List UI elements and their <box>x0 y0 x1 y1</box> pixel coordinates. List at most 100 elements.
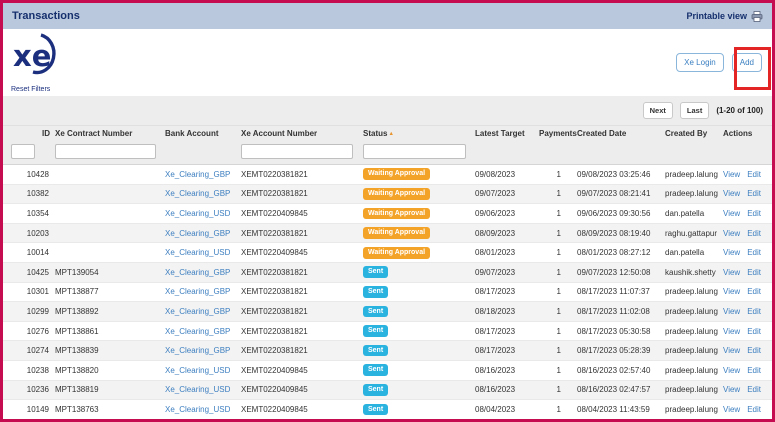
status-badge: Waiting Approval <box>363 208 430 220</box>
next-page-button[interactable]: Next <box>643 102 673 119</box>
view-link[interactable]: View <box>723 287 740 296</box>
view-link[interactable]: View <box>723 248 740 257</box>
bank-account-cell: Xe_Clearing_USD <box>165 248 241 257</box>
status-cell: Waiting Approval <box>363 208 475 220</box>
view-link[interactable]: View <box>723 327 740 336</box>
table-row: 10203Xe_Clearing_GBPXEMT0220381821Waitin… <box>3 224 772 244</box>
latest-target: 09/07/2023 <box>475 189 539 198</box>
contract-number: MPT138820 <box>55 366 165 375</box>
col-id[interactable]: ID <box>11 129 55 138</box>
view-link[interactable]: View <box>723 229 740 238</box>
edit-link[interactable]: Edit <box>747 248 761 257</box>
view-link[interactable]: View <box>723 385 740 394</box>
edit-link[interactable]: Edit <box>747 385 761 394</box>
actions-cell: View Edit <box>723 385 772 394</box>
bank-account-link[interactable]: Xe_Clearing_GBP <box>165 189 230 198</box>
payments-count: 1 <box>539 209 577 218</box>
view-link[interactable]: View <box>723 189 740 198</box>
table-row: 10425MPT139054Xe_Clearing_GBPXEMT0220381… <box>3 263 772 283</box>
view-link[interactable]: View <box>723 405 740 414</box>
edit-link[interactable]: Edit <box>747 170 761 179</box>
status-badge: Waiting Approval <box>363 227 430 239</box>
app-window: Transactions Printable view xe Reset Fil… <box>0 0 775 422</box>
xe-login-button[interactable]: Xe Login <box>676 53 724 72</box>
bank-account-link[interactable]: Xe_Clearing_USD <box>165 385 230 394</box>
view-link[interactable]: View <box>723 209 740 218</box>
payments-count: 1 <box>539 385 577 394</box>
latest-target: 09/06/2023 <box>475 209 539 218</box>
bank-account-cell: Xe_Clearing_USD <box>165 209 241 218</box>
edit-link[interactable]: Edit <box>747 307 761 316</box>
view-link[interactable]: View <box>723 268 740 277</box>
latest-target: 09/08/2023 <box>475 170 539 179</box>
table-row: 10301MPT138877Xe_Clearing_GBPXEMT0220381… <box>3 283 772 303</box>
edit-link[interactable]: Edit <box>747 209 761 218</box>
edit-link[interactable]: Edit <box>747 189 761 198</box>
actions-cell: View Edit <box>723 307 772 316</box>
created-by: dan.patella <box>665 248 723 257</box>
reset-filters-link[interactable]: Reset Filters <box>11 86 67 93</box>
id-filter-input[interactable] <box>11 144 35 159</box>
view-link[interactable]: View <box>723 346 740 355</box>
col-created-date[interactable]: Created Date <box>577 129 665 138</box>
contract-number: MPT138839 <box>55 346 165 355</box>
actions-cell: View Edit <box>723 405 772 414</box>
edit-link[interactable]: Edit <box>747 366 761 375</box>
col-latest-target[interactable]: Latest Target <box>475 129 539 138</box>
contract-number: MPT138892 <box>55 307 165 316</box>
add-button[interactable]: Add <box>732 53 762 72</box>
row-id: 10382 <box>11 189 55 198</box>
bank-account-link[interactable]: Xe_Clearing_GBP <box>165 307 230 316</box>
status-filter-input[interactable] <box>363 144 466 159</box>
actions-cell: View Edit <box>723 209 772 218</box>
bank-account-link[interactable]: Xe_Clearing_USD <box>165 366 230 375</box>
created-date: 09/06/2023 09:30:56 <box>577 209 665 218</box>
page-title: Transactions <box>12 10 80 22</box>
created-date: 08/04/2023 11:43:59 <box>577 405 665 414</box>
sort-ascending-icon: ▲ <box>388 131 393 137</box>
bank-account-link[interactable]: Xe_Clearing_GBP <box>165 268 230 277</box>
latest-target: 08/04/2023 <box>475 405 539 414</box>
view-link[interactable]: View <box>723 170 740 179</box>
xe-account-number: XEMT0220381821 <box>241 346 363 355</box>
edit-link[interactable]: Edit <box>747 405 761 414</box>
contract-number-filter-input[interactable] <box>55 144 156 159</box>
edit-link[interactable]: Edit <box>747 327 761 336</box>
edit-link[interactable]: Edit <box>747 346 761 355</box>
col-contract-number[interactable]: Xe Contract Number <box>55 129 165 138</box>
bank-account-link[interactable]: Xe_Clearing_GBP <box>165 170 230 179</box>
bank-account-link[interactable]: Xe_Clearing_USD <box>165 248 230 257</box>
bank-account-link[interactable]: Xe_Clearing_GBP <box>165 327 230 336</box>
col-status[interactable]: Status▲ <box>363 129 475 138</box>
latest-target: 08/16/2023 <box>475 385 539 394</box>
edit-link[interactable]: Edit <box>747 268 761 277</box>
table-row: 10014Xe_Clearing_USDXEMT0220409845Waitin… <box>3 243 772 263</box>
edit-link[interactable]: Edit <box>747 229 761 238</box>
bank-account-link[interactable]: Xe_Clearing_GBP <box>165 287 230 296</box>
last-page-button[interactable]: Last <box>680 102 709 119</box>
bank-account-link[interactable]: Xe_Clearing_USD <box>165 405 230 414</box>
payments-count: 1 <box>539 170 577 179</box>
bank-account-link[interactable]: Xe_Clearing_GBP <box>165 346 230 355</box>
edit-link[interactable]: Edit <box>747 287 761 296</box>
table-row: 10276MPT138861Xe_Clearing_GBPXEMT0220381… <box>3 322 772 342</box>
col-actions: Actions <box>723 129 772 138</box>
bank-account-cell: Xe_Clearing_GBP <box>165 287 241 296</box>
col-xe-account-number[interactable]: Xe Account Number <box>241 129 363 138</box>
status-badge: Sent <box>363 404 388 416</box>
view-link[interactable]: View <box>723 366 740 375</box>
xe-account-number: XEMT0220409845 <box>241 385 363 394</box>
printable-view-link[interactable]: Printable view <box>686 11 763 22</box>
created-date: 08/09/2023 08:19:40 <box>577 229 665 238</box>
col-payments[interactable]: Payments <box>539 129 577 138</box>
col-bank-account[interactable]: Bank Account <box>165 129 241 138</box>
status-cell: Sent <box>363 325 475 337</box>
table-header: ID Xe Contract Number Bank Account Xe Ac… <box>3 126 772 165</box>
bank-account-link[interactable]: Xe_Clearing_GBP <box>165 229 230 238</box>
xe-account-number-filter-input[interactable] <box>241 144 353 159</box>
created-by: kaushik.shetty <box>665 268 723 277</box>
view-link[interactable]: View <box>723 307 740 316</box>
status-badge: Waiting Approval <box>363 247 430 259</box>
bank-account-link[interactable]: Xe_Clearing_USD <box>165 209 230 218</box>
col-created-by[interactable]: Created By <box>665 129 723 138</box>
